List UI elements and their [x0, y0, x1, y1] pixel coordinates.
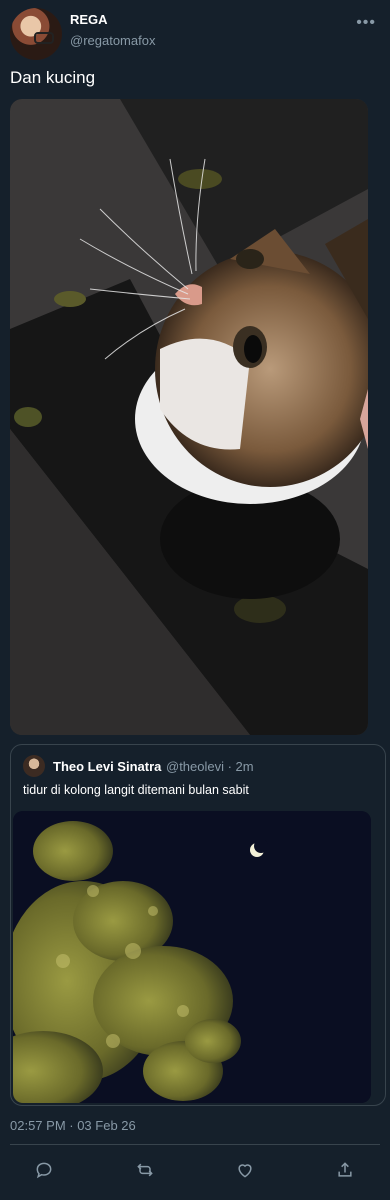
quoted-avatar[interactable]: [23, 755, 45, 777]
quoted-tweet[interactable]: Theo Levi Sinatra @theolevi · 2m tidur d…: [10, 744, 386, 1106]
tweet-timestamp: 02:57 PM · 03 Feb 26: [10, 1118, 136, 1133]
actions-divider: [10, 1144, 380, 1145]
author-handle[interactable]: @regatomafox: [70, 33, 155, 48]
moon-tree-illustration: [13, 811, 371, 1103]
avatar[interactable]: [10, 8, 62, 60]
moon-tree-photo[interactable]: [13, 811, 371, 1103]
author-name[interactable]: REGA: [70, 12, 108, 27]
quoted-author-name: Theo Levi Sinatra: [53, 759, 162, 774]
tweet-text: Dan kucing: [10, 68, 96, 87]
avatar-glasses: [34, 32, 54, 44]
tweet-header: REGA @regatomafox •••: [10, 8, 380, 64]
share-icon[interactable]: [331, 1156, 359, 1184]
like-icon[interactable]: [231, 1156, 259, 1184]
cat-photo[interactable]: [10, 99, 368, 735]
reply-icon[interactable]: [30, 1156, 58, 1184]
ellipsis-icon[interactable]: •••: [356, 14, 376, 32]
quoted-author-handle: @theolevi · 2m: [166, 759, 254, 774]
tweet-actions: [0, 1152, 390, 1188]
retweet-icon[interactable]: [131, 1156, 159, 1184]
cat-photo-illustration: [10, 99, 368, 735]
quoted-text: tidur di kolong langit ditemani bulan sa…: [23, 783, 249, 797]
